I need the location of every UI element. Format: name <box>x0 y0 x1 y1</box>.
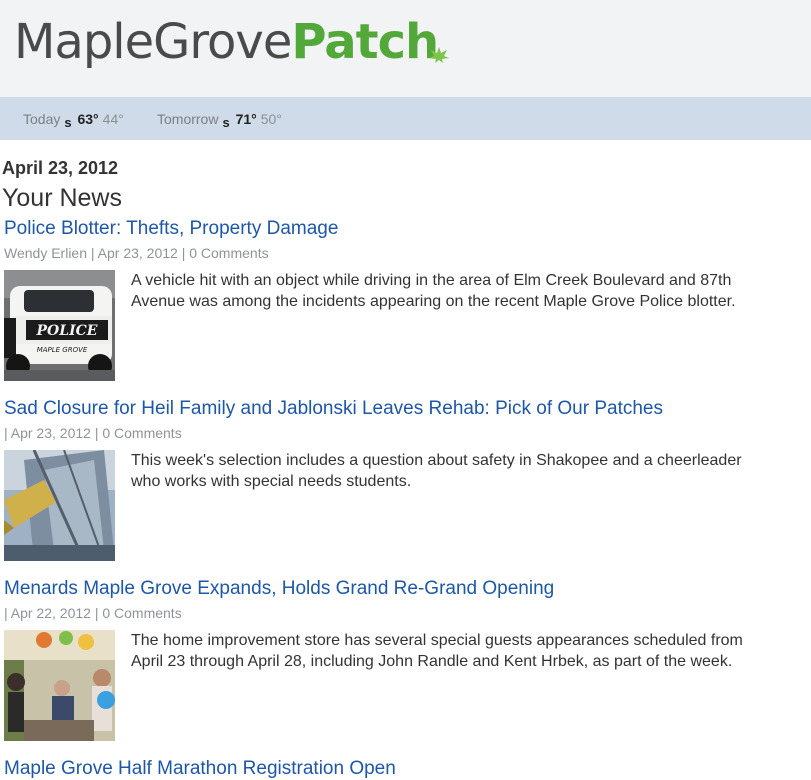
article-item: Sad Closure for Heil Family and Jablonsk… <box>0 398 811 568</box>
article-thumbnail[interactable]: POLICE MAPLE GROVE <box>4 270 115 381</box>
weather-tomorrow-condition-icon: s <box>222 115 230 130</box>
thumb-maple-grove-text: MAPLE GROVE <box>37 346 88 354</box>
weather-today-condition-icon: s <box>64 115 72 130</box>
thumb-police-text: POLICE <box>36 323 98 339</box>
site-logo[interactable]: MapleGrovePatch <box>14 10 439 74</box>
article-meta: | Apr 22, 2012 | 0 Comments <box>4 605 182 621</box>
article-summary: A vehicle hit with an object while drivi… <box>131 272 736 310</box>
logo-brand: Patch <box>291 14 439 70</box>
article-thumbnail[interactable] <box>4 630 115 741</box>
leaf-icon <box>429 47 449 63</box>
weather-bar: Today s 63° 44° Tomorrow s 71° 50° <box>0 97 811 140</box>
article-item: Maple Grove Half Marathon Registration O… <box>0 758 811 780</box>
article-headline[interactable]: Sad Closure for Heil Family and Jablonsk… <box>4 398 663 420</box>
weather-tomorrow-high: 71° <box>235 111 257 127</box>
article-item: Police Blotter: Thefts, Property Damage … <box>0 218 811 388</box>
weather-today-label: Today <box>23 111 61 127</box>
article-headline[interactable]: Menards Maple Grove Expands, Holds Grand… <box>4 578 554 600</box>
weather-tomorrow: Tomorrow s 71° 50° <box>157 111 282 130</box>
article-meta: Wendy Erlien | Apr 23, 2012 | 0 Comments <box>4 245 269 261</box>
article-summary: The home improvement store has several s… <box>131 632 743 670</box>
article-thumbnail[interactable] <box>4 450 115 561</box>
article-headline[interactable]: Police Blotter: Thefts, Property Damage <box>4 218 338 240</box>
weather-today-low: 44° <box>102 111 124 127</box>
article-meta: | Apr 23, 2012 | 0 Comments <box>4 425 182 441</box>
weather-tomorrow-low: 50° <box>260 111 282 127</box>
weather-today-high: 63° <box>77 111 99 127</box>
logo-town: MapleGrove <box>14 14 292 70</box>
article-headline[interactable]: Maple Grove Half Marathon Registration O… <box>4 758 396 780</box>
feed-date: April 23, 2012 <box>2 158 119 178</box>
site-header: MapleGrovePatch <box>0 0 811 97</box>
article-item: Menards Maple Grove Expands, Holds Grand… <box>0 578 811 748</box>
article-summary: This week's selection includes a questio… <box>131 452 742 490</box>
weather-today: Today s 63° 44° <box>23 111 124 130</box>
section-title: Your News <box>2 184 122 212</box>
weather-tomorrow-label: Tomorrow <box>157 111 219 127</box>
